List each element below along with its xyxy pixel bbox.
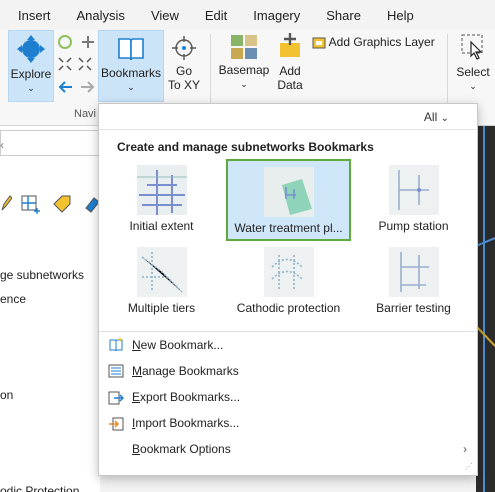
menu-share[interactable]: Share — [313, 8, 374, 23]
search-input[interactable] — [0, 130, 100, 156]
map-view[interactable] — [475, 126, 495, 492]
bookmark-pump-station[interactable]: Pump station — [351, 159, 476, 241]
menu-insert[interactable]: Insert — [0, 8, 64, 23]
chevron-down-icon: ⌄ — [27, 83, 35, 93]
navigate-group-label: Navi — [74, 108, 97, 120]
bookmarks-project-title: Create and manage subnetworks Bookmarks — [117, 140, 374, 154]
bookmarks-dropdown: All ⌄ Create and manage subnetworks Book… — [98, 103, 478, 476]
new-bookmark-icon — [109, 337, 123, 352]
forward-arrow-icon[interactable] — [80, 80, 96, 94]
basemap-button[interactable]: Basemap ⌄ — [218, 30, 270, 102]
map-lines — [475, 126, 495, 492]
resize-grip-icon[interactable]: ⋰ — [465, 462, 473, 471]
graphics-layer-icon — [312, 37, 326, 49]
add-data-button[interactable]: Add Data — [272, 30, 308, 102]
chevron-right-icon: › — [463, 442, 467, 456]
bookmark-initial-extent[interactable]: Initial extent — [99, 159, 224, 241]
bookmark-water-treatment[interactable]: Water treatment pl... — [226, 159, 351, 241]
export-bookmarks-item[interactable]: Export Bookmarks... — [99, 386, 477, 410]
bookmarks-label: Bookmarks — [100, 66, 162, 80]
filter-label: All — [423, 110, 438, 124]
select-button[interactable]: Select ⌄ — [453, 30, 493, 102]
bookmark-thumbnail — [263, 167, 314, 217]
bookmark-cathodic-protection[interactable]: Cathodic protection — [226, 241, 351, 323]
go-to-xy-label-2: To XY — [167, 78, 200, 92]
app-window: Insert Analysis View Edit Imagery Share … — [0, 0, 495, 492]
bookmark-label: Cathodic protection — [236, 301, 341, 315]
import-bookmarks-label: Import Bookmarks... — [132, 416, 240, 430]
import-bookmarks-item[interactable]: Import Bookmarks... — [99, 412, 477, 436]
bookmark-barrier-testing[interactable]: Barrier testing — [351, 241, 476, 323]
bookmarks-icon — [118, 38, 144, 61]
tree-row-cathodic[interactable]: odic Protection — [0, 484, 79, 492]
filter-dropdown[interactable]: All ⌄ — [424, 110, 449, 124]
bookmarks-button[interactable]: Bookmarks ⌄ — [98, 30, 164, 102]
import-icon — [109, 417, 124, 431]
zoom-extent-icon[interactable] — [57, 56, 95, 72]
bookmark-label: Water treatment pl... — [234, 221, 343, 235]
fixed-zoom-icon[interactable] — [80, 34, 96, 50]
add-graphics-layer-label: Add Graphics Layer — [328, 35, 435, 49]
explore-label: Explore — [10, 67, 52, 81]
tag-icon[interactable] — [52, 194, 74, 214]
add-data-label-1: Add — [279, 64, 301, 78]
menu-view[interactable]: View — [138, 8, 192, 23]
chevron-down-icon: ⌄ — [440, 113, 449, 124]
menu-analysis[interactable]: Analysis — [64, 8, 138, 23]
chevron-down-icon: ⌄ — [469, 81, 477, 91]
explore-icon — [17, 35, 45, 63]
bookmark-thumbnail — [263, 247, 314, 297]
chevron-down-icon: ⌄ — [240, 79, 248, 89]
bookmark-label: Multiple tiers — [127, 301, 196, 315]
bookmark-label: Initial extent — [129, 219, 194, 233]
add-data-icon — [280, 33, 300, 57]
bookmark-options-label: Bookmark Options — [132, 442, 231, 456]
select-cursor-icon — [461, 34, 483, 60]
menu-bar: Insert Analysis View Edit Imagery Share … — [0, 0, 495, 30]
tree-row-ence[interactable]: ence — [0, 292, 26, 306]
new-bookmark-item[interactable]: New Bookmark... — [99, 334, 477, 358]
add-graphics-layer-button[interactable]: Add Graphics Layer — [312, 35, 438, 53]
back-arrow-icon[interactable] — [57, 80, 73, 94]
manage-bookmarks-item[interactable]: Manage Bookmarks — [99, 360, 477, 384]
menu-edit[interactable]: Edit — [192, 8, 240, 23]
bookmark-multiple-tiers[interactable]: Multiple tiers — [99, 241, 224, 323]
explore-button[interactable]: Explore ⌄ — [8, 30, 54, 102]
bookmark-thumbnail — [388, 165, 439, 215]
tree-row-subnetworks[interactable]: ge subnetworks — [0, 268, 84, 282]
bookmark-thumbnail — [136, 165, 187, 215]
manage-bookmarks-icon — [108, 364, 124, 378]
menu-divider — [99, 331, 477, 332]
basemap-label: Basemap — [218, 63, 270, 77]
bookmark-thumbnail — [388, 247, 439, 297]
tree-row-on[interactable]: on — [0, 388, 13, 402]
basemap-icon — [231, 35, 257, 59]
chevron-down-icon: ⌄ — [127, 82, 135, 92]
menu-help[interactable]: Help — [374, 8, 427, 23]
export-bookmarks-label: Export Bookmarks... — [132, 390, 241, 404]
pencil-icon[interactable] — [0, 194, 12, 212]
new-bookmark-label: New Bookmark... — [132, 338, 224, 352]
bookmark-thumbnail — [136, 247, 187, 297]
add-feature-icon[interactable] — [20, 194, 42, 214]
full-extent-icon[interactable] — [57, 34, 73, 50]
crosshair-icon — [172, 36, 196, 60]
contents-pane: ‹ ge subnetworks ence on odic Protection — [0, 126, 100, 492]
manage-bookmarks-label: Manage Bookmarks — [132, 364, 239, 378]
bookmark-label: Pump station — [378, 219, 449, 233]
dropdown-header: All ⌄ — [99, 104, 477, 130]
bookmark-options-item[interactable]: Bookmark Options › — [99, 438, 477, 462]
menu-imagery[interactable]: Imagery — [240, 8, 313, 23]
go-to-xy-button[interactable]: Go To XY — [166, 30, 202, 102]
add-data-label-2: Data — [277, 78, 303, 92]
bookmark-label: Barrier testing — [376, 301, 451, 315]
go-to-xy-label-1: Go — [175, 64, 192, 78]
export-icon — [108, 391, 124, 405]
chevron-left-icon: ‹ — [0, 138, 4, 152]
select-label: Select — [456, 65, 490, 79]
